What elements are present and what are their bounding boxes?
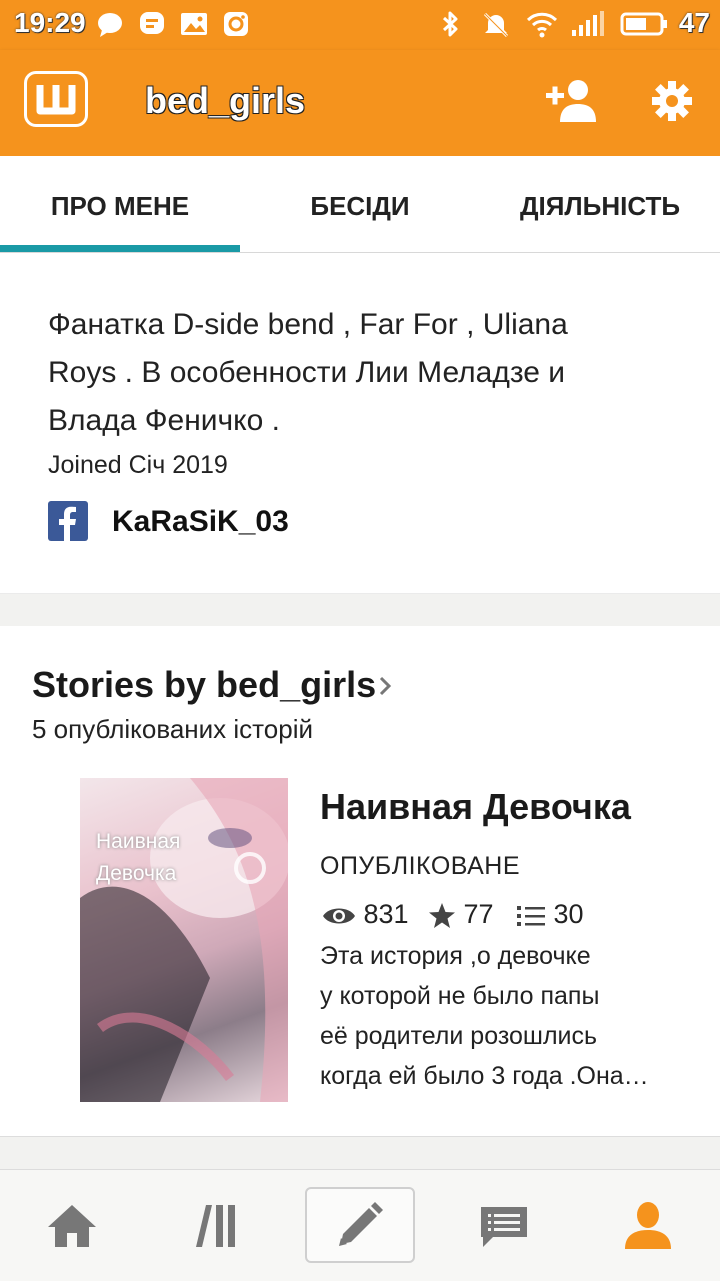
mute-icon xyxy=(483,12,509,38)
nav-profile[interactable] xyxy=(576,1170,720,1281)
home-icon xyxy=(48,1204,96,1247)
views-count: 831 xyxy=(363,899,409,929)
star-icon xyxy=(429,902,455,928)
nav-write[interactable] xyxy=(305,1187,415,1263)
stories-count: 5 опублікованих історій xyxy=(32,714,314,744)
bio-line: Влада Феничко . xyxy=(48,404,280,437)
story-cover[interactable]: Наивная Девочка xyxy=(80,778,288,1102)
chat-bubble-icon xyxy=(98,13,122,37)
story-status: ОПУБЛІКОВАНЕ xyxy=(320,852,521,880)
tab-about-me[interactable]: ПРО МЕНЕ xyxy=(0,156,240,252)
signal-icon xyxy=(572,11,604,36)
status-bar: 19:29 47 xyxy=(0,0,720,50)
chevron-right-icon[interactable] xyxy=(376,674,394,698)
votes-stat: 77 xyxy=(428,896,494,932)
bluetooth-icon xyxy=(442,11,458,37)
message-icon xyxy=(140,12,164,34)
settings-gear-icon xyxy=(652,81,692,121)
active-tab-indicator xyxy=(0,245,240,252)
section-divider xyxy=(0,1137,720,1169)
description-line: когда ей было 3 года .Она… xyxy=(320,1062,649,1090)
facebook-link[interactable]: KaRaSiK_03 xyxy=(112,505,289,539)
cover-title-line: Девочка xyxy=(96,862,177,885)
parts-count: 30 xyxy=(553,899,584,929)
tab-activity[interactable]: ДІЯЛЬНІСТЬ xyxy=(480,156,720,252)
eye-icon xyxy=(323,908,355,924)
nav-library[interactable] xyxy=(144,1170,288,1281)
bottom-navigation xyxy=(0,1169,720,1281)
battery-icon xyxy=(620,12,667,36)
status-time: 19:29 xyxy=(14,7,86,38)
section-divider xyxy=(0,593,720,627)
list-icon xyxy=(517,905,545,926)
about-section: Фанатка D-side bend , Far For , Uliana R… xyxy=(0,253,720,593)
story-title[interactable]: Наивная Девочка xyxy=(320,786,631,828)
bio-line: Roys . В особенности Лии Меладзе и xyxy=(48,356,566,389)
wattpad-logo-icon[interactable] xyxy=(24,71,88,127)
nav-messages[interactable] xyxy=(432,1170,576,1281)
library-icon xyxy=(196,1204,235,1247)
app-bar: bed_girls xyxy=(0,50,720,156)
write-pencil-icon xyxy=(339,1202,383,1246)
description-line: её родители розошлись xyxy=(320,1022,598,1050)
settings-button[interactable] xyxy=(644,76,700,126)
tab-conversations[interactable]: БЕСІДИ xyxy=(240,156,480,252)
profile-tabs: ПРО МЕНЕ БЕСІДИ ДІЯЛЬНІСТЬ xyxy=(0,156,720,253)
battery-level: 47 xyxy=(678,7,710,38)
profile-icon xyxy=(625,1201,671,1249)
instagram-icon xyxy=(224,12,248,36)
stories-heading[interactable]: Stories by bed_girls xyxy=(32,664,376,706)
wifi-icon xyxy=(526,12,558,38)
facebook-icon[interactable] xyxy=(48,501,88,541)
parts-stat: 30 xyxy=(516,896,584,932)
messages-icon xyxy=(481,1206,527,1247)
joined-date: Joined Січ 2019 xyxy=(48,451,228,479)
nav-home[interactable] xyxy=(0,1170,144,1281)
user-bio: Фанатка D-side bend , Far For , Uliana R… xyxy=(48,301,668,445)
description-line: у которой не было папы xyxy=(320,982,600,1010)
cover-title: Наивная Девочка xyxy=(96,826,180,890)
follow-user-icon xyxy=(546,80,596,122)
page-title: bed_girls xyxy=(145,80,306,121)
stories-section: Stories by bed_girls 5 опублікованих іст… xyxy=(0,626,720,1137)
bio-line: Фанатка D-side bend , Far For , Uliana xyxy=(48,308,568,341)
views-stat: 831 xyxy=(322,896,409,932)
votes-count: 77 xyxy=(463,899,494,929)
story-description[interactable]: Эта история ,о девочке у которой не было… xyxy=(320,936,690,1096)
cover-title-line: Наивная xyxy=(96,830,181,853)
image-icon xyxy=(181,13,207,35)
description-line: Эта история ,о девочке xyxy=(320,942,591,970)
follow-user-button[interactable] xyxy=(544,76,600,126)
